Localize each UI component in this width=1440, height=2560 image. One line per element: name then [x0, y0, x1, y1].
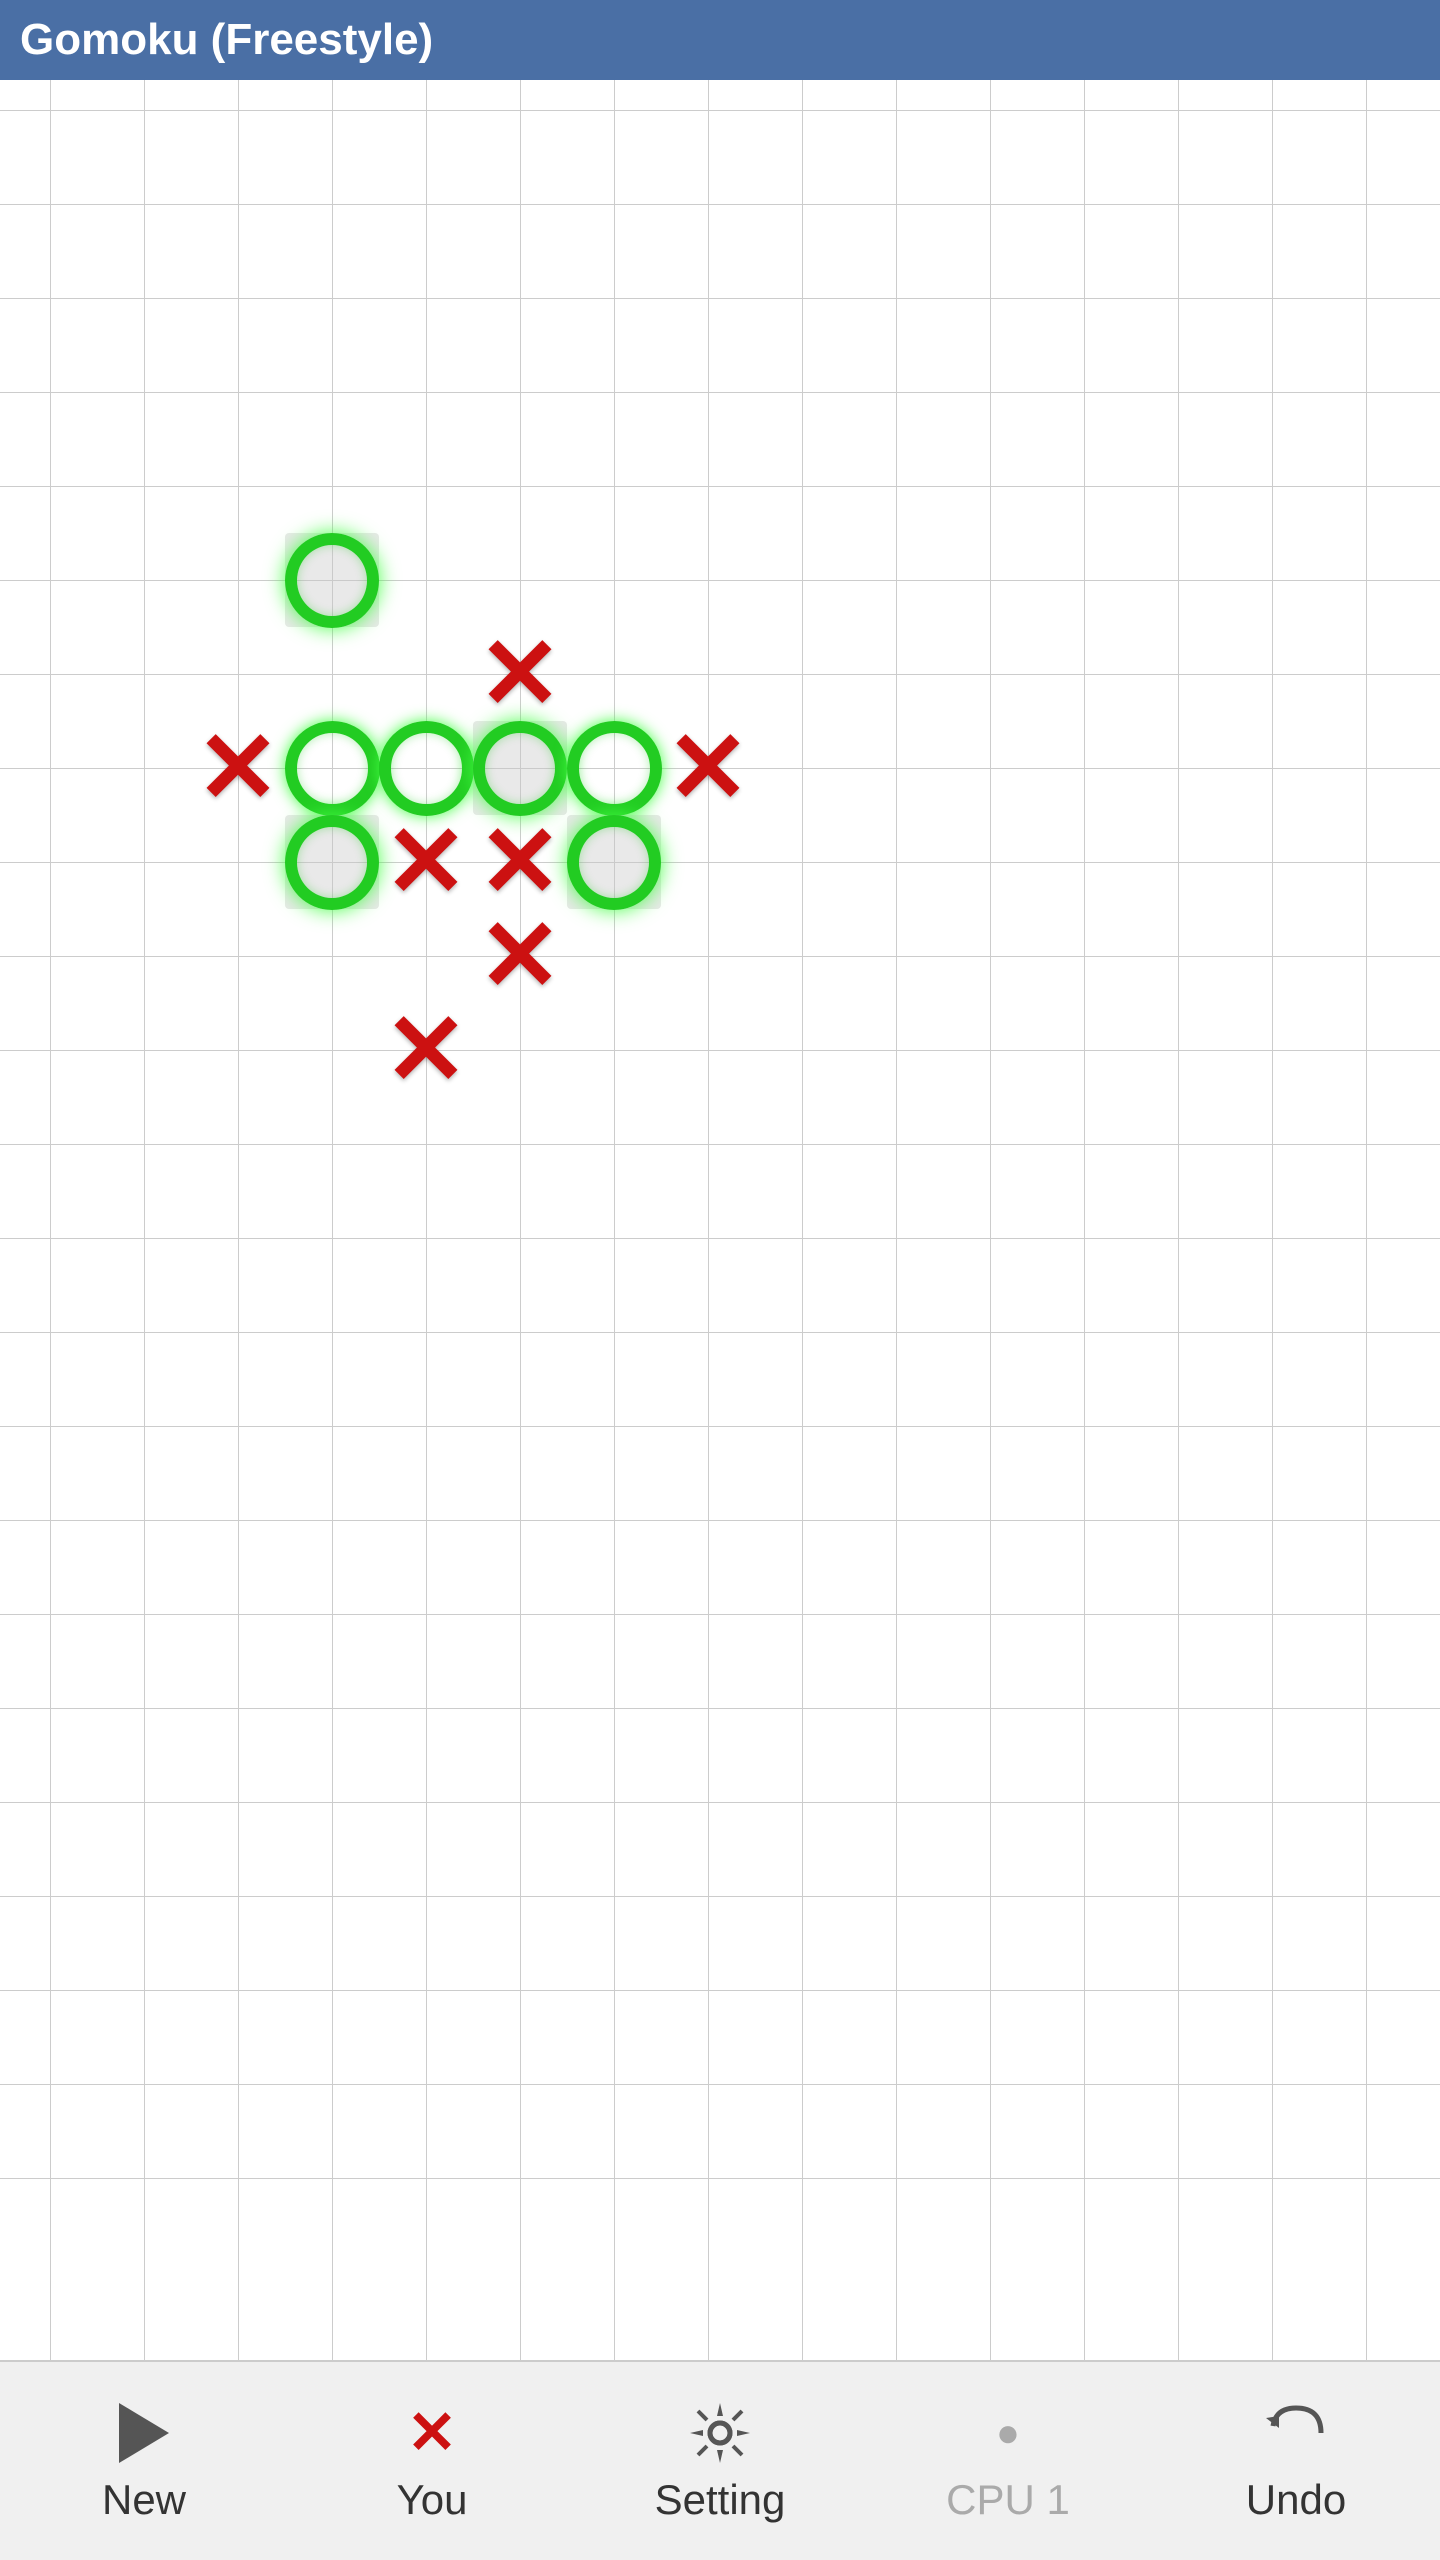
game-board[interactable]: ✕✕✕✕✕✕✕ [0, 80, 1440, 2440]
you-button[interactable]: ✕ You [292, 2371, 572, 2551]
title-bar: Gomoku (Freestyle) [0, 0, 1440, 80]
you-icon: ✕ [397, 2398, 467, 2468]
you-label: You [397, 2476, 468, 2524]
setting-label: Setting [655, 2476, 786, 2524]
undo-icon [1261, 2398, 1331, 2468]
app-title: Gomoku (Freestyle) [20, 15, 433, 65]
cpu-label: CPU 1 [946, 2476, 1070, 2524]
cpu-button[interactable]: ● CPU 1 [868, 2371, 1148, 2551]
cpu-icon: ● [973, 2398, 1043, 2468]
new-label: New [102, 2476, 186, 2524]
undo-label: Undo [1246, 2476, 1346, 2524]
setting-icon [685, 2398, 755, 2468]
grid-lines [0, 80, 1440, 2440]
new-icon [109, 2398, 179, 2468]
undo-button[interactable]: Undo [1156, 2371, 1436, 2551]
bottom-bar: New ✕ You Setting ● C [0, 2360, 1440, 2560]
new-button[interactable]: New [4, 2371, 284, 2551]
setting-button[interactable]: Setting [580, 2371, 860, 2551]
